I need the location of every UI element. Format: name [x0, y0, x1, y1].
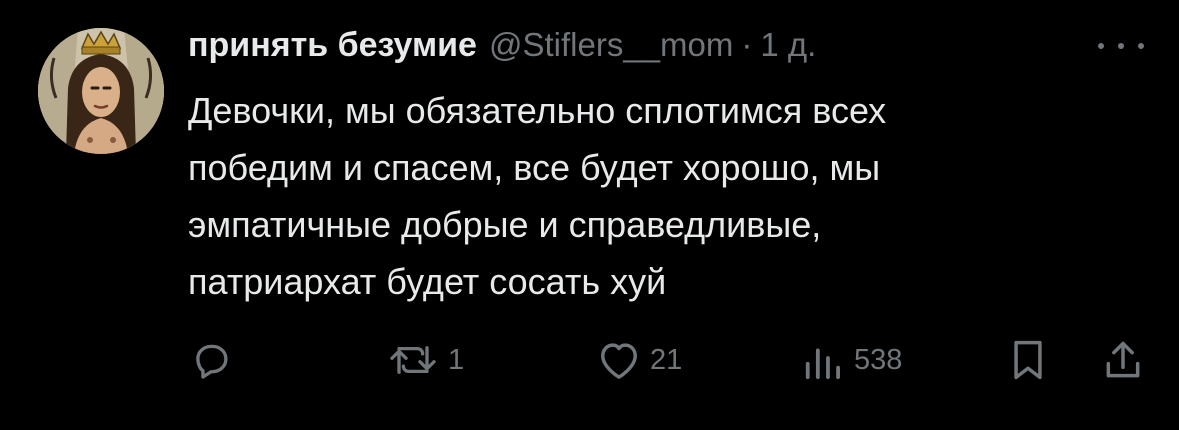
tweet: принять безумие @Stiflers__mom · 1 д. Де…	[0, 0, 1179, 430]
views-icon	[805, 348, 840, 380]
like-button[interactable]: 21	[596, 330, 682, 390]
more-options-icon[interactable]	[1098, 34, 1144, 58]
display-name[interactable]: принять безумие	[188, 26, 477, 65]
share-icon	[1106, 341, 1140, 378]
more-dot	[1098, 43, 1104, 49]
avatar-illustration	[38, 28, 164, 154]
views-button[interactable]: 538	[800, 330, 902, 390]
timestamp[interactable]: 1 д.	[760, 26, 816, 64]
share-button[interactable]	[1102, 330, 1144, 390]
tweet-header: принять безумие @Stiflers__mom · 1 д.	[188, 26, 816, 72]
reply-icon	[196, 344, 228, 379]
bookmark-button[interactable]	[1008, 330, 1048, 390]
like-count: 21	[650, 343, 683, 376]
more-dot	[1118, 43, 1124, 49]
retweet-button[interactable]: 1	[386, 330, 464, 390]
reply-button[interactable]	[190, 330, 232, 390]
action-bar: 1 21 538	[0, 330, 1179, 390]
retweet-icon	[390, 346, 436, 374]
user-handle[interactable]: @Stiflers__mom	[489, 26, 733, 64]
views-count: 538	[854, 343, 903, 376]
more-dot	[1138, 43, 1144, 49]
retweet-count: 1	[448, 343, 465, 376]
tweet-text: Девочки, мы обязательно сплотимся всех п…	[188, 90, 887, 302]
separator-dot: ·	[741, 26, 753, 63]
bookmark-icon	[1014, 340, 1042, 380]
avatar[interactable]	[38, 28, 164, 154]
heart-icon	[601, 343, 637, 379]
